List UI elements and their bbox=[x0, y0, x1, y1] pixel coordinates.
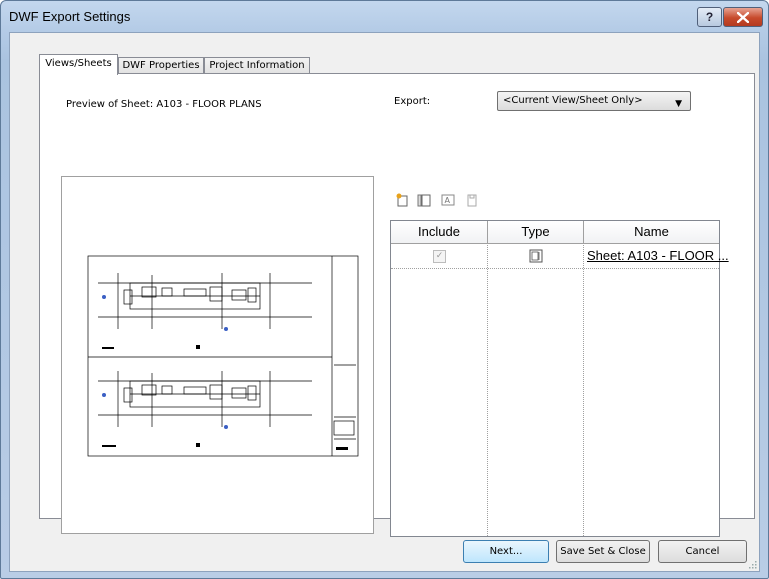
sheet-icon bbox=[529, 249, 543, 263]
include-checkbox[interactable]: ✓ bbox=[433, 250, 446, 263]
dropdown-arrow-icon[interactable]: ▼ bbox=[675, 95, 682, 113]
tab-views-sheets[interactable]: Views/Sheets bbox=[39, 54, 118, 75]
sheet-preview bbox=[61, 176, 374, 534]
resize-grip-icon[interactable] bbox=[747, 559, 757, 569]
rename-set-icon[interactable]: A bbox=[441, 193, 455, 207]
column-divider bbox=[487, 245, 488, 536]
tab-project-information[interactable]: Project Information bbox=[204, 57, 310, 74]
export-dropdown-value: <Current View/Sheet Only> bbox=[503, 95, 643, 106]
title-bar[interactable]: DWF Export Settings ? bbox=[1, 1, 768, 31]
sheet-name-link[interactable]: Sheet: A103 - FLOOR ... bbox=[587, 248, 729, 263]
include-cell: ✓ bbox=[391, 245, 488, 267]
floor-plan-thumbnail bbox=[87, 255, 359, 457]
svg-text:A: A bbox=[445, 196, 451, 205]
column-name[interactable]: Name bbox=[584, 221, 719, 244]
column-divider bbox=[583, 245, 584, 536]
views-sheets-panel: Preview of Sheet: A103 - FLOOR PLANS Exp… bbox=[39, 73, 755, 537]
export-label: Export: bbox=[394, 96, 431, 107]
help-button[interactable]: ? bbox=[697, 7, 722, 27]
column-type[interactable]: Type bbox=[488, 221, 584, 244]
dialog-window: DWF Export Settings ? Views/Sheets DWF P… bbox=[0, 0, 769, 579]
duplicate-set-icon[interactable] bbox=[417, 193, 431, 207]
tab-dwf-properties[interactable]: DWF Properties bbox=[118, 57, 204, 74]
delete-set-icon[interactable] bbox=[465, 193, 479, 207]
new-set-icon[interactable] bbox=[395, 193, 409, 207]
cancel-button[interactable]: Cancel bbox=[658, 540, 747, 563]
name-cell: Sheet: A103 - FLOOR ... bbox=[587, 245, 729, 267]
dialog-body: Views/Sheets DWF Properties Project Info… bbox=[9, 32, 760, 572]
window-title: DWF Export Settings bbox=[9, 9, 131, 24]
next-button[interactable]: Next... bbox=[463, 540, 549, 563]
table-row[interactable]: ✓ Sheet: A103 - FLOOR ... bbox=[391, 245, 729, 269]
close-button[interactable] bbox=[723, 7, 763, 27]
preview-label: Preview of Sheet: A103 - FLOOR PLANS bbox=[66, 99, 262, 110]
help-icon: ? bbox=[705, 10, 714, 24]
save-set-close-button[interactable]: Save Set & Close bbox=[556, 540, 650, 563]
type-cell bbox=[488, 245, 584, 267]
close-icon bbox=[736, 11, 750, 24]
sheet-list-table: Include Type Name ✓ Sheet: A103 - FLOOR … bbox=[390, 220, 729, 537]
export-dropdown[interactable]: <Current View/Sheet Only> ▼ bbox=[497, 91, 691, 111]
column-include[interactable]: Include bbox=[391, 221, 488, 244]
table-header: Include Type Name bbox=[391, 221, 719, 245]
